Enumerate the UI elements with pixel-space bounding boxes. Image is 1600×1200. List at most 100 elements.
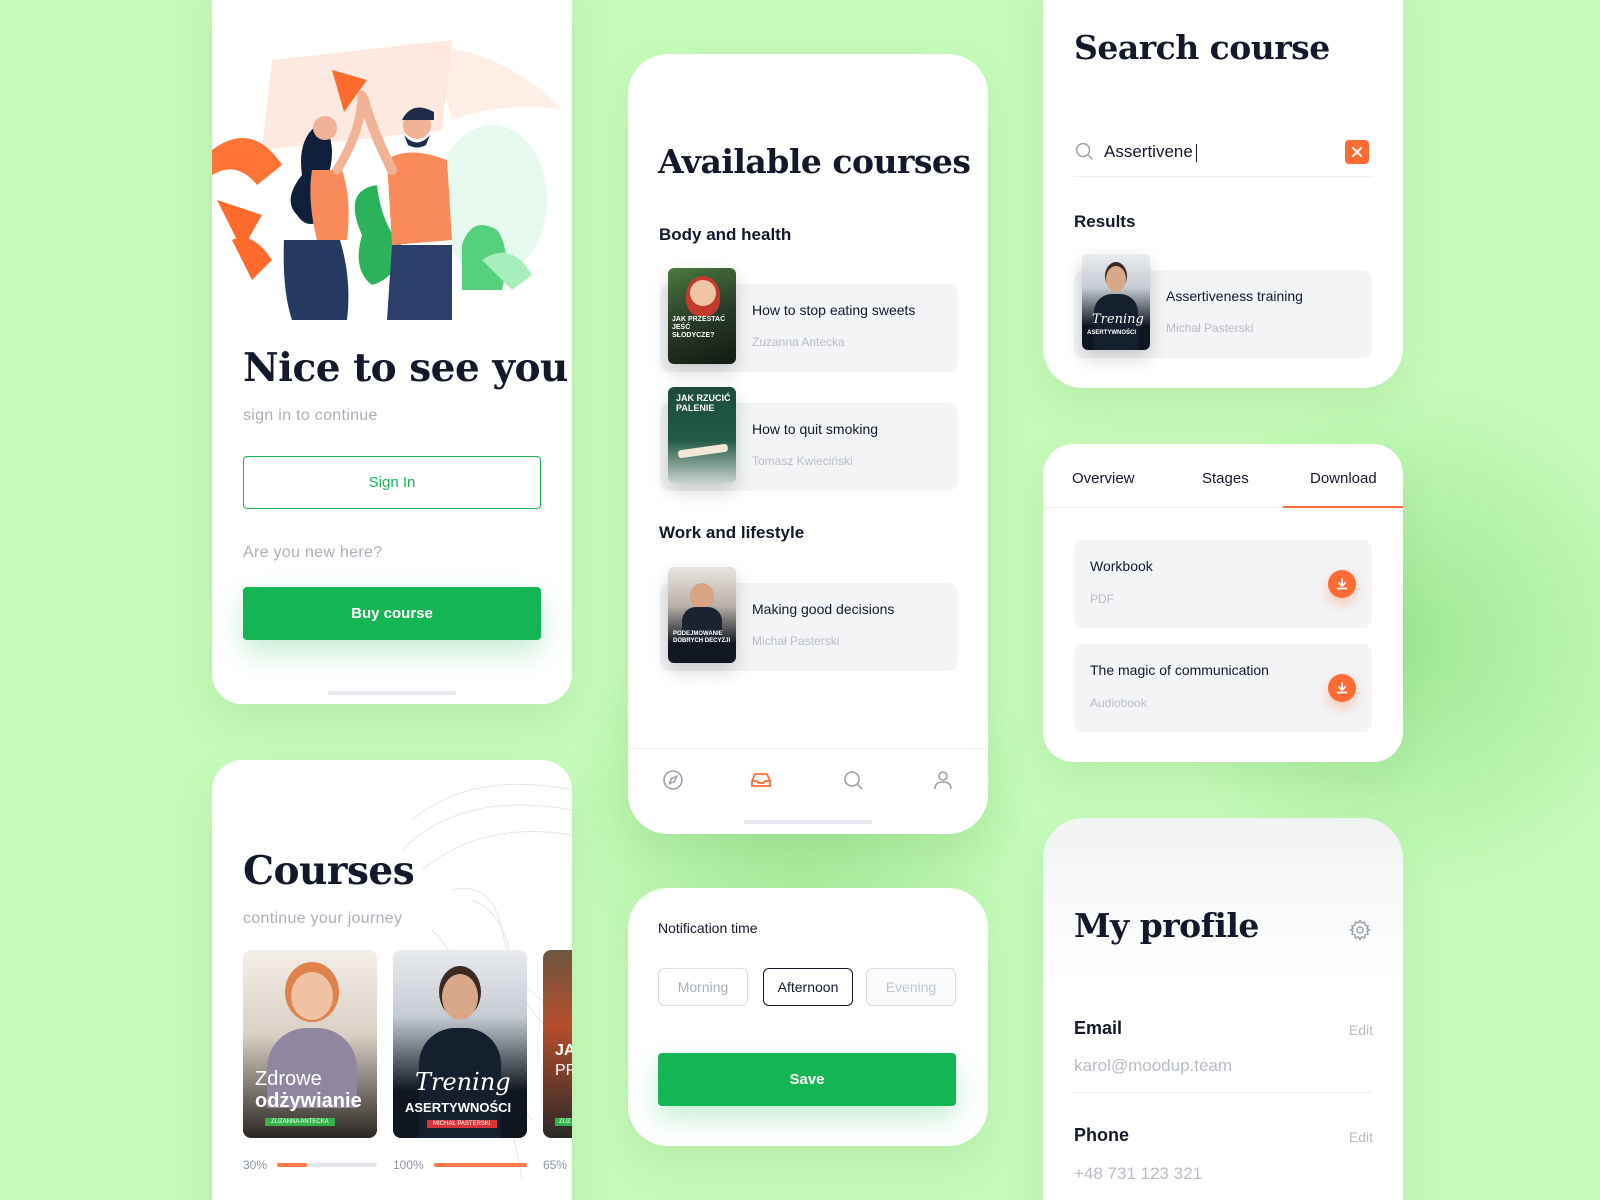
search-divider (1073, 176, 1373, 177)
buy-course-button[interactable]: Buy course (243, 587, 541, 640)
cover-title-line1: Trening (1092, 312, 1144, 327)
home-indicator (328, 691, 456, 695)
tab-stages[interactable]: Stages (1202, 470, 1249, 487)
tab-bar-divider (628, 748, 988, 749)
course-detail-card: Overview Stages Download Workbook PDF Th… (1043, 444, 1403, 762)
course-title: How to quit smoking (752, 421, 879, 437)
download-button[interactable] (1328, 570, 1356, 598)
progress-bar (277, 1163, 377, 1167)
course-card[interactable]: JAK PRZESTAĆ JEŚĆ SŁODYCZE? How to stop … (660, 268, 958, 372)
progress-label: 30% (243, 1158, 268, 1172)
poster-title-line1: JA (555, 1042, 572, 1059)
option-morning[interactable]: Morning (658, 968, 748, 1006)
search-query: Assertivene (1104, 142, 1193, 161)
course-card[interactable]: JAK RZUCIĆ PALENIE How to quit smoking T… (660, 387, 958, 491)
option-evening[interactable]: Evening (866, 968, 956, 1006)
email-label: Email (1074, 1018, 1123, 1038)
section-heading: Body and health (659, 225, 792, 244)
compass-icon[interactable] (661, 768, 685, 792)
download-type: PDF (1090, 592, 1114, 606)
download-title: The magic of communication (1090, 662, 1269, 678)
course-poster[interactable]: JA PR ZUZ (543, 950, 572, 1138)
cover-text: JAK RZUCIĆ PALENIE (676, 393, 731, 413)
poster-title-line2: odżywianie (255, 1090, 362, 1112)
download-type: Audiobook (1090, 696, 1147, 710)
gear-icon[interactable] (1348, 918, 1372, 942)
result-card[interactable]: Trening ASERTYWNOŚCI Assertiveness train… (1074, 254, 1372, 358)
field-divider (1074, 1092, 1372, 1093)
search-icon (1075, 142, 1093, 160)
page-title: My profile (1074, 906, 1259, 945)
clear-button[interactable] (1345, 140, 1369, 164)
download-title: Workbook (1090, 558, 1153, 574)
download-button[interactable] (1328, 674, 1356, 702)
poster-title-line2: PR (555, 1062, 572, 1079)
notification-card: Notification time Morning Afternoon Even… (628, 888, 988, 1146)
cover-text: PODEJMOWANIE DOBRYCH DECYZJI (673, 631, 731, 644)
progress-fill (434, 1163, 527, 1167)
email-value: karol@moodup.team (1074, 1056, 1233, 1075)
new-here-label: Are you new here? (243, 544, 383, 561)
poster-author: MICHAŁ PASTERSKI (427, 1120, 497, 1128)
search-icon[interactable] (841, 768, 865, 792)
course-title: How to stop eating sweets (752, 302, 916, 318)
profile-card: My profile Email Edit karol@moodup.team … (1043, 818, 1403, 1200)
edit-email-button[interactable]: Edit (1349, 1022, 1373, 1038)
result-title: Assertiveness training (1166, 288, 1303, 304)
phone-value: +48 731 123 321 (1074, 1164, 1203, 1183)
cover-title-line2: ASERTYWNOŚCI (1087, 330, 1137, 336)
page-title: Courses (243, 848, 415, 894)
home-indicator (744, 820, 872, 824)
result-author: Michał Pasterski (1166, 321, 1254, 335)
phone-label: Phone (1074, 1125, 1130, 1145)
page-title: Search course (1074, 28, 1330, 67)
tab-overview[interactable]: Overview (1072, 470, 1135, 487)
close-icon (1352, 147, 1362, 157)
welcome-illustration (212, 40, 562, 320)
edit-phone-button[interactable]: Edit (1349, 1129, 1373, 1145)
notification-label: Notification time (658, 920, 758, 936)
course-poster[interactable]: Zdrowe odżywianie ZUZANNA ANTECKA (243, 950, 377, 1138)
course-poster[interactable]: Trening ASERTYWNOŚCI MICHAŁ PASTERSKI (393, 950, 527, 1138)
course-cover: JAK PRZESTAĆ JEŚĆ SŁODYCZE? (668, 268, 736, 364)
poster-author: ZUZANNA ANTECKA (265, 1118, 335, 1126)
course-cover: JAK RZUCIĆ PALENIE (668, 387, 736, 483)
user-icon[interactable] (931, 768, 955, 792)
poster-author: ZUZ (555, 1118, 572, 1126)
search-input[interactable]: Assertivene (1104, 142, 1334, 166)
inbox-icon[interactable] (749, 768, 773, 792)
download-item[interactable]: Workbook PDF (1074, 540, 1372, 628)
results-heading: Results (1074, 212, 1136, 231)
progress-fill (277, 1163, 307, 1167)
progress-label: 65% (543, 1158, 568, 1172)
page-title: Nice to see you (243, 345, 568, 391)
course-cover: PODEJMOWANIE DOBRYCH DECYZJI (668, 567, 736, 663)
sign-in-button[interactable]: Sign In (243, 456, 541, 509)
page-subtitle: sign in to continue (243, 407, 378, 424)
course-title: Making good decisions (752, 601, 895, 617)
download-item[interactable]: The magic of communication Audiobook (1074, 644, 1372, 732)
login-card: Nice to see you sign in to continue Sign… (212, 0, 572, 704)
search-card: Search course Assertivene Results Trenin… (1043, 0, 1403, 388)
course-author: Zuzanna Antecka (752, 335, 845, 349)
option-afternoon[interactable]: Afternoon (763, 968, 853, 1006)
page-title: Available courses (658, 142, 971, 181)
tab-download[interactable]: Download (1310, 470, 1377, 487)
save-button[interactable]: Save (658, 1053, 956, 1106)
progress-bar (434, 1163, 527, 1167)
cover-text: JAK PRZESTAĆ JEŚĆ SŁODYCZE? (672, 316, 726, 339)
poster-title-line1: Zdrowe (255, 1068, 322, 1090)
page-subtitle: continue your journey (243, 910, 403, 927)
poster-title-line1: Trening (415, 1068, 511, 1096)
course-author: Michał Pasterski (752, 634, 840, 648)
download-icon (1336, 682, 1348, 694)
poster-title-line2: ASERTYWNOŚCI (405, 1100, 512, 1115)
courses-card: Courses continue your journey Zdrowe odż… (212, 760, 572, 1200)
course-author: Tomasz Kwieciński (752, 454, 853, 468)
progress-label: 100% (393, 1158, 424, 1172)
course-cover: Trening ASERTYWNOŚCI (1082, 254, 1150, 350)
available-courses-card: Available courses Body and health JAK PR… (628, 54, 988, 834)
section-heading: Work and lifestyle (659, 523, 805, 542)
course-card[interactable]: PODEJMOWANIE DOBRYCH DECYZJI Making good… (660, 567, 958, 671)
active-tab-indicator (1283, 506, 1403, 508)
